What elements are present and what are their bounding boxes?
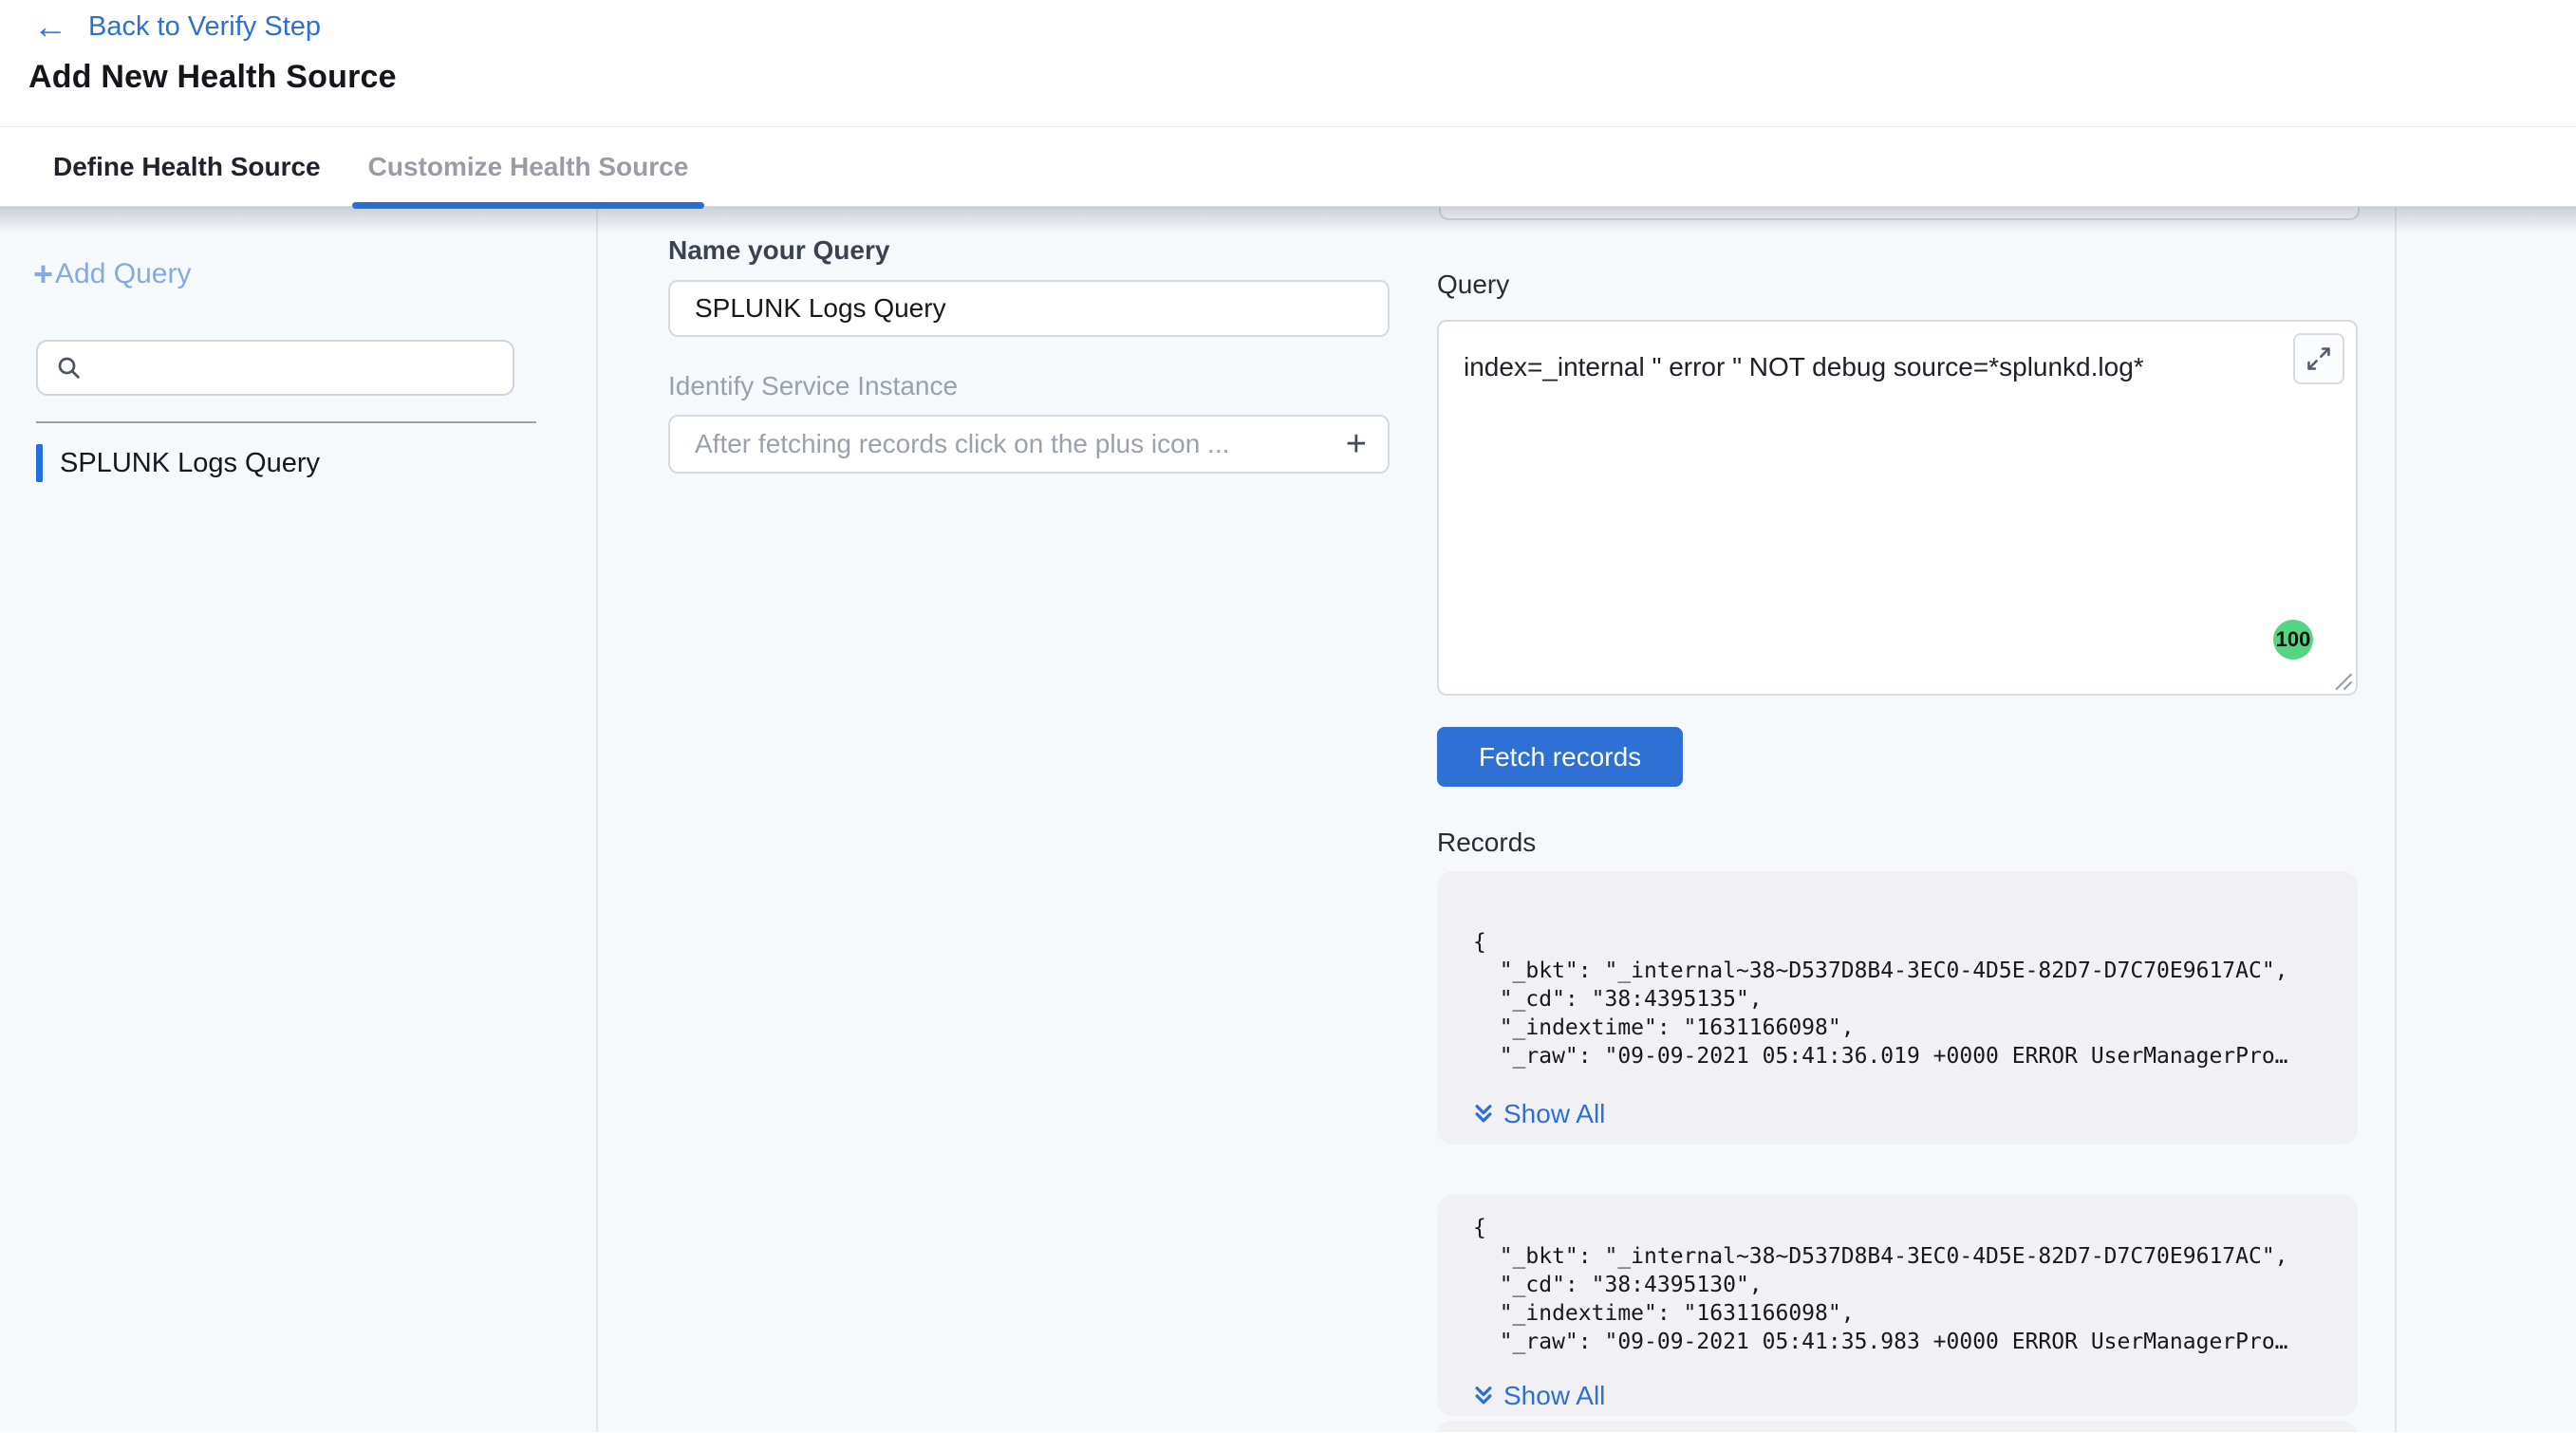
query-text: index=_internal " error " NOT debug sour… xyxy=(1464,350,2280,384)
add-health-source-page: ← Back to Verify Step Add New Health Sou… xyxy=(0,0,2576,1433)
record-json-line: "_indextime": "1631166098", xyxy=(1473,1014,2322,1042)
record-json-line: "_bkt": "_internal~38~D537D8B4-3EC0-4D5E… xyxy=(1473,957,2322,985)
double-chevron-down-icon xyxy=(1473,1384,1494,1408)
selected-indicator xyxy=(36,444,43,482)
record-json-line: "_bkt": "_internal~38~D537D8B4-3EC0-4D5E… xyxy=(1473,1242,2322,1271)
expand-query-button[interactable] xyxy=(2293,333,2344,384)
plus-icon: + xyxy=(33,260,53,288)
query-editor-column: Query index=_internal " error " NOT debu… xyxy=(1437,207,2397,1432)
record-json-line: { xyxy=(1473,1214,2322,1242)
search-input[interactable] xyxy=(95,353,494,382)
show-all-label: Show All xyxy=(1503,1099,1605,1129)
record-json-line: "_cd": "38:4395130", xyxy=(1473,1271,2322,1299)
fetch-records-button[interactable]: Fetch records xyxy=(1437,727,1683,787)
add-service-instance-icon[interactable]: + xyxy=(1346,426,1367,462)
tab-customize-health-source[interactable]: Customize Health Source xyxy=(352,127,705,206)
tab-define-label: Define Health Source xyxy=(53,152,321,182)
sidebar-divider xyxy=(36,421,536,423)
record-json-line: { xyxy=(1473,928,2322,957)
show-all-link[interactable]: Show All xyxy=(1473,1381,1605,1411)
double-chevron-down-icon xyxy=(1473,1102,1494,1126)
tab-customize-label: Customize Health Source xyxy=(368,152,689,182)
back-link[interactable]: ← Back to Verify Step xyxy=(0,0,2576,44)
query-form-column: Name your Query Identify Service Instanc… xyxy=(598,207,1437,1432)
query-label: Query xyxy=(1437,270,2395,300)
query-sidebar: + Add Query SPLUNK Logs Query xyxy=(0,207,598,1432)
query-item-label: SPLUNK Logs Query xyxy=(60,448,320,479)
record-json-line: "_raw": "09-09-2021 05:41:36.019 +0000 E… xyxy=(1473,1042,2322,1070)
record-json-line: "_cd": "38:4395135", xyxy=(1473,985,2322,1014)
query-search-box[interactable] xyxy=(36,340,514,396)
page-header: ← Back to Verify Step Add New Health Sou… xyxy=(0,0,2576,127)
name-query-input[interactable] xyxy=(668,280,1390,337)
record-json-line: "_raw": "09-09-2021 05:41:35.983 +0000 E… xyxy=(1473,1328,2322,1356)
add-query-button[interactable]: + Add Query xyxy=(33,258,596,290)
query-textarea[interactable]: index=_internal " error " NOT debug sour… xyxy=(1437,320,2358,696)
active-tab-underline xyxy=(352,202,705,209)
name-query-label: Name your Query xyxy=(668,235,1437,266)
record-card: { "_bkt": "_internal~38~D537D8B4-3EC0-4D… xyxy=(1437,1195,2358,1416)
service-instance-label: Identify Service Instance xyxy=(668,371,1437,401)
records-count-badge: 100 xyxy=(2273,620,2313,660)
show-all-link[interactable]: Show All xyxy=(1473,1099,1605,1129)
record-json-line: "_indextime": "1631166098", xyxy=(1473,1299,2322,1328)
records-label: Records xyxy=(1437,828,2395,858)
search-icon xyxy=(55,354,84,382)
back-link-label[interactable]: Back to Verify Step xyxy=(88,11,321,43)
service-instance-field: + xyxy=(668,415,1390,474)
show-all-label: Show All xyxy=(1503,1381,1605,1411)
record-card-partial xyxy=(1437,1421,2358,1432)
service-instance-input[interactable] xyxy=(695,429,1346,459)
tab-define-health-source[interactable]: Define Health Source xyxy=(37,127,337,206)
scrolled-input-partial[interactable] xyxy=(1439,207,2360,220)
add-query-label: Add Query xyxy=(55,258,191,290)
record-card: { "_bkt": "_internal~38~D537D8B4-3EC0-4D… xyxy=(1437,871,2358,1145)
right-spacer xyxy=(2397,207,2576,1432)
back-arrow-icon[interactable]: ← xyxy=(33,9,67,44)
page-title: Add New Health Source xyxy=(28,59,2576,96)
resize-handle[interactable] xyxy=(2332,670,2353,691)
content-area: + Add Query SPLUNK Logs Query Name y xyxy=(0,207,2576,1432)
tab-bar: Define Health Source Customize Health So… xyxy=(0,127,2576,207)
expand-icon xyxy=(2305,345,2332,372)
query-list-item[interactable]: SPLUNK Logs Query xyxy=(36,444,596,482)
